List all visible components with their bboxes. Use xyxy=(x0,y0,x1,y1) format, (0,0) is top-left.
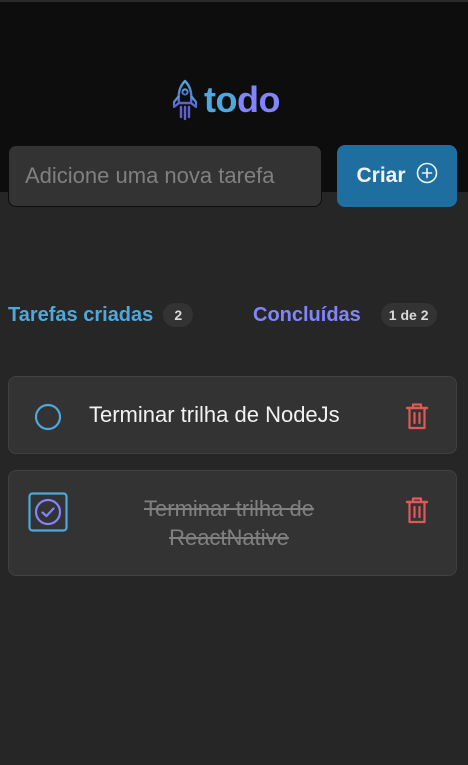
trash-icon[interactable] xyxy=(403,401,431,436)
created-tasks-counter: Tarefas criadas 2 xyxy=(8,302,194,328)
app-title-do: do xyxy=(236,79,280,120)
task-checkbox-checked[interactable] xyxy=(28,492,68,537)
new-task-input[interactable] xyxy=(8,145,322,207)
rocket-icon xyxy=(170,79,200,121)
done-tasks-label: Concluídas xyxy=(253,303,361,326)
done-tasks-badge: 1 de 2 xyxy=(380,303,437,327)
task-checkbox[interactable] xyxy=(33,402,63,437)
task-text: Terminar trilha de ReactNative xyxy=(144,496,314,550)
app-title-to: to xyxy=(204,79,237,120)
task-text: Terminar trilha de NodeJs xyxy=(89,402,340,427)
trash-icon[interactable] xyxy=(403,495,431,530)
create-button-label: Criar xyxy=(356,164,406,187)
app-title: todo xyxy=(204,79,280,121)
app-logo: todo xyxy=(170,79,280,121)
done-tasks-counter: Concluídas 1 de 2 xyxy=(253,302,437,328)
plus-circle-icon xyxy=(416,162,438,190)
task-item: Terminar trilha de NodeJs xyxy=(8,376,457,454)
create-button[interactable]: Criar xyxy=(337,145,457,207)
task-item: Terminar trilha de ReactNative xyxy=(8,470,457,576)
created-tasks-badge: 2 xyxy=(163,303,194,327)
created-tasks-label: Tarefas criadas xyxy=(8,303,154,326)
